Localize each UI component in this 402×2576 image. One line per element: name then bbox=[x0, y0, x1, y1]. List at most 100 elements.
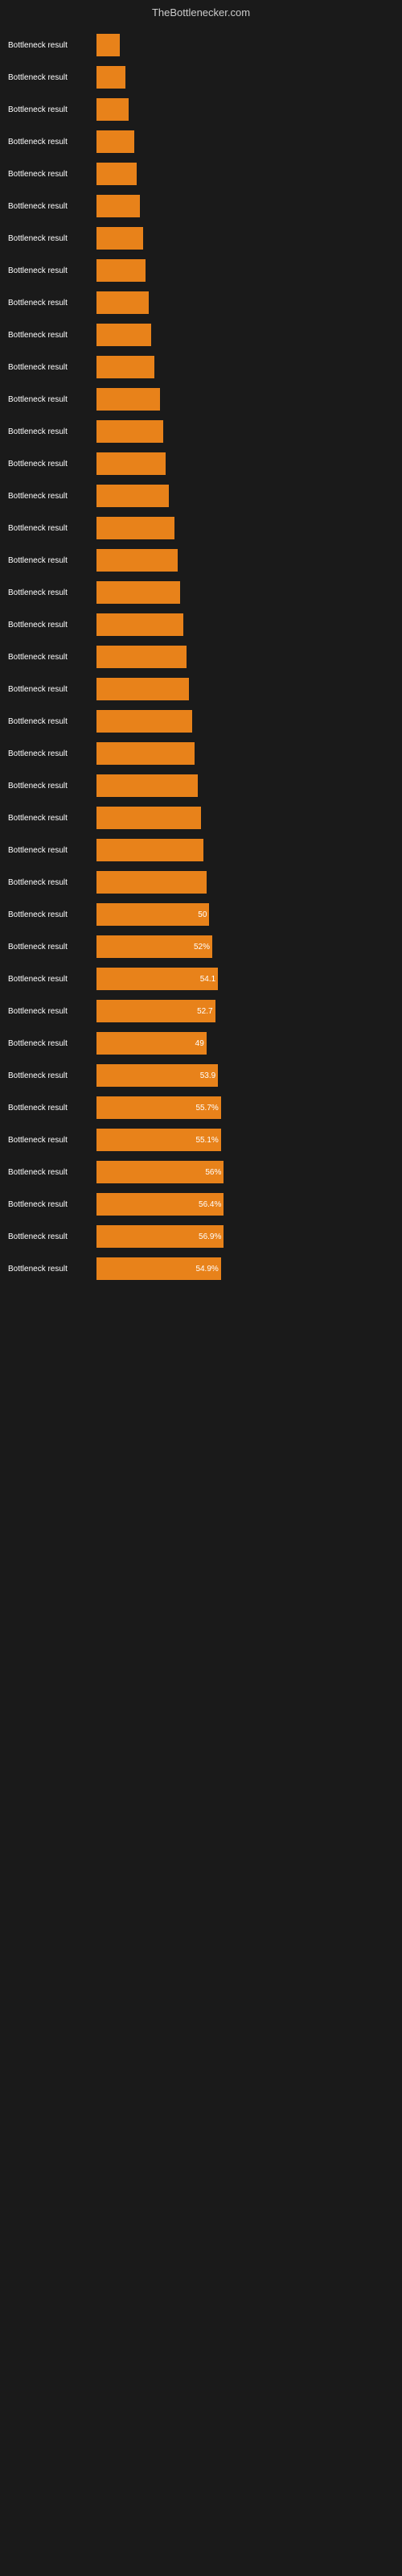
bar-wrap bbox=[96, 66, 386, 89]
bar-label: Bottleneck result bbox=[8, 234, 96, 243]
bar-label: Bottleneck result bbox=[8, 1265, 96, 1274]
bar-label: Bottleneck result bbox=[8, 105, 96, 114]
bar-label: Bottleneck result bbox=[8, 1071, 96, 1080]
bar-label: Bottleneck result bbox=[8, 427, 96, 436]
bar bbox=[96, 388, 160, 411]
bar-wrap bbox=[96, 517, 386, 539]
bar-label: Bottleneck result bbox=[8, 460, 96, 469]
bar bbox=[96, 774, 198, 797]
bar: 50 bbox=[96, 903, 209, 926]
bar-wrap bbox=[96, 388, 386, 411]
bar-label: Bottleneck result bbox=[8, 588, 96, 597]
bar-wrap bbox=[96, 807, 386, 829]
bar-wrap: 55.7% bbox=[96, 1096, 386, 1119]
bar-row: Bottleneck result bbox=[8, 384, 386, 415]
bar: 56% bbox=[96, 1161, 224, 1183]
bar-label: Bottleneck result bbox=[8, 299, 96, 308]
bar: 49 bbox=[96, 1032, 207, 1055]
bar-row: Bottleneck result bbox=[8, 30, 386, 60]
bar-row: Bottleneck result bbox=[8, 320, 386, 350]
bar-wrap bbox=[96, 163, 386, 185]
bar bbox=[96, 324, 151, 346]
bar-label: Bottleneck result bbox=[8, 975, 96, 984]
bar: 54.1 bbox=[96, 968, 218, 990]
bar-row: Bottleneck result bbox=[8, 416, 386, 447]
bar-row: Bottleneck result bbox=[8, 738, 386, 769]
bar-row: Bottleneck result56% bbox=[8, 1157, 386, 1187]
bar-row: Bottleneck result56.9% bbox=[8, 1221, 386, 1252]
bar bbox=[96, 227, 143, 250]
bar bbox=[96, 452, 166, 475]
bar-label: Bottleneck result bbox=[8, 363, 96, 372]
bar: 52% bbox=[96, 935, 212, 958]
bar-row: Bottleneck result bbox=[8, 642, 386, 672]
bar-row: Bottleneck result bbox=[8, 94, 386, 125]
bar: 56.4% bbox=[96, 1193, 224, 1216]
bar-value: 54.1 bbox=[198, 975, 215, 984]
bar-label: Bottleneck result bbox=[8, 1104, 96, 1113]
bar-value: 52% bbox=[191, 943, 210, 952]
bar-wrap bbox=[96, 324, 386, 346]
bar-wrap: 56% bbox=[96, 1161, 386, 1183]
bar-wrap bbox=[96, 549, 386, 572]
bar-wrap bbox=[96, 420, 386, 443]
bar-wrap: 54.1 bbox=[96, 968, 386, 990]
bar-label: Bottleneck result bbox=[8, 653, 96, 662]
bar-wrap: 53.9 bbox=[96, 1064, 386, 1087]
bar-row: Bottleneck result 54.1 bbox=[8, 964, 386, 994]
bar bbox=[96, 163, 137, 185]
bar bbox=[96, 678, 189, 700]
bar-label: Bottleneck result bbox=[8, 749, 96, 758]
bar-row: Bottleneck result bbox=[8, 255, 386, 286]
bar: 52.7 bbox=[96, 1000, 215, 1022]
bar bbox=[96, 549, 178, 572]
bar-wrap: 56.4% bbox=[96, 1193, 386, 1216]
bar-label: Bottleneck result bbox=[8, 524, 96, 533]
bar-label: Bottleneck result bbox=[8, 846, 96, 855]
bar-value: 53.9 bbox=[198, 1071, 215, 1080]
bar-wrap bbox=[96, 581, 386, 604]
bar-wrap: 50 bbox=[96, 903, 386, 926]
bar-wrap: 55.1% bbox=[96, 1129, 386, 1151]
bar-value: 52.7 bbox=[195, 1007, 212, 1016]
bar-row: Bottleneck result bbox=[8, 352, 386, 382]
bar-label: Bottleneck result bbox=[8, 395, 96, 404]
bar bbox=[96, 66, 125, 89]
bar-wrap bbox=[96, 130, 386, 153]
bar-row: Bottleneck result bbox=[8, 706, 386, 737]
bar-label: Bottleneck result bbox=[8, 492, 96, 501]
bar-label: Bottleneck result bbox=[8, 717, 96, 726]
bar-wrap bbox=[96, 613, 386, 636]
bar-label: Bottleneck result bbox=[8, 1232, 96, 1241]
bar-label: Bottleneck result bbox=[8, 1136, 96, 1145]
bar-row: Bottleneck result55.7% bbox=[8, 1092, 386, 1123]
bar-row: Bottleneck result52.7 bbox=[8, 996, 386, 1026]
bar-value: 56% bbox=[203, 1168, 221, 1177]
bar-wrap bbox=[96, 839, 386, 861]
bar-row: Bottleneck result bbox=[8, 609, 386, 640]
bar-label: Bottleneck result bbox=[8, 138, 96, 147]
bar-row: Bottleneck result bbox=[8, 287, 386, 318]
bar bbox=[96, 839, 203, 861]
bar-wrap bbox=[96, 678, 386, 700]
bar-wrap bbox=[96, 98, 386, 121]
bar-wrap bbox=[96, 485, 386, 507]
bar bbox=[96, 646, 187, 668]
bar-wrap bbox=[96, 291, 386, 314]
bar-wrap bbox=[96, 195, 386, 217]
bar-label: Bottleneck result bbox=[8, 73, 96, 82]
bar-row: Bottleneck result bbox=[8, 126, 386, 157]
bar-row: Bottleneck result bbox=[8, 191, 386, 221]
bar bbox=[96, 130, 134, 153]
bar-label: Bottleneck result bbox=[8, 266, 96, 275]
bar: 54.9% bbox=[96, 1257, 221, 1280]
bar-label: Bottleneck result bbox=[8, 170, 96, 179]
bar-value: 55.1% bbox=[193, 1136, 218, 1145]
bar-label: Bottleneck result bbox=[8, 685, 96, 694]
bar bbox=[96, 420, 163, 443]
bar-row: Bottleneck result54.9% bbox=[8, 1253, 386, 1284]
bar-row: Bottleneck result 55.1% bbox=[8, 1125, 386, 1155]
bar-wrap: 52% bbox=[96, 935, 386, 958]
bar bbox=[96, 34, 120, 56]
bar-wrap bbox=[96, 871, 386, 894]
